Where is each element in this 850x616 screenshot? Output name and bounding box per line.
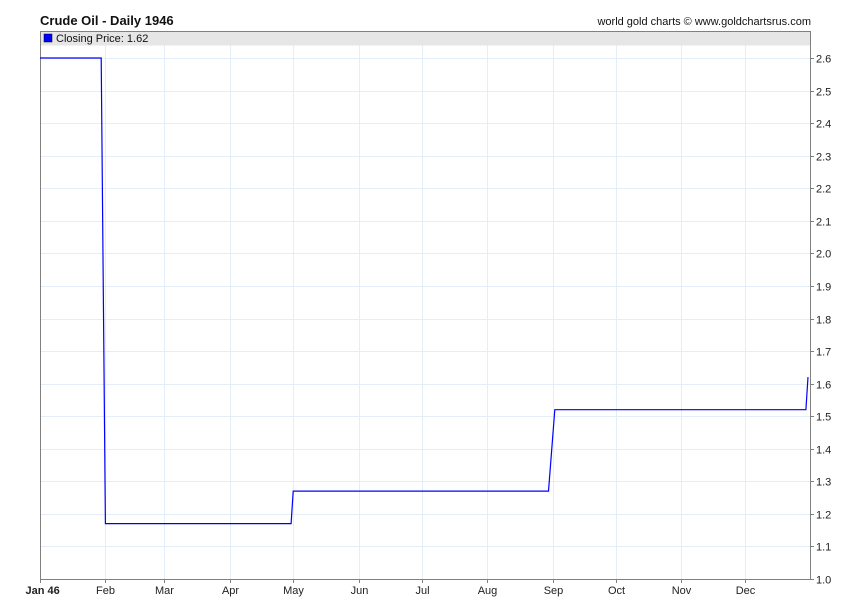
x-tick-label: Jun (351, 585, 369, 597)
y-tick-label: 2.5 (816, 87, 831, 99)
series-group (40, 57, 809, 525)
legend-swatch (43, 33, 53, 43)
y-tick-label: 2.1 (816, 217, 831, 229)
chart-svg: Crude Oil - Daily 1946 world gold charts… (26, 13, 832, 597)
y-tick-label: 1.3 (816, 477, 831, 489)
x-tick-label: Jan 46 (26, 585, 60, 597)
y-tick-label: 2.4 (816, 119, 831, 131)
y-tick-label: 1.2 (816, 510, 831, 522)
x-tick-label: Jul (415, 585, 429, 597)
plot-frame (40, 31, 811, 580)
grid (40, 31, 810, 580)
x-tick-label: Oct (608, 585, 625, 597)
chart-title: Crude Oil - Daily 1946 (40, 13, 174, 28)
y-tick-label: 1.6 (816, 380, 831, 392)
x-tick-label: May (283, 585, 304, 597)
x-tick-label: Mar (155, 585, 174, 597)
y-tick-label: 1.0 (816, 575, 831, 587)
y-tick-label: 1.5 (816, 412, 831, 424)
y-tick-label: 1.8 (816, 315, 831, 327)
y-tick-label: 1.9 (816, 282, 831, 294)
y-tick-label: 1.7 (816, 347, 831, 359)
y-tick-label: 2.2 (816, 184, 831, 196)
x-tick-label: Feb (96, 585, 115, 597)
y-tick-label: 2.6 (816, 54, 831, 66)
legend-bar (40, 31, 811, 46)
x-tick-label: Nov (672, 585, 692, 597)
x-tick-label: Apr (222, 585, 239, 597)
axes: 1.0 1.1 1.2 1.3 1.4 1.5 1.6 1.7 1.8 1.9 2.0 2.1 2.2 2… (26, 31, 831, 597)
y-tick-label: 2.0 (816, 249, 831, 261)
y-tick-label: 2.3 (816, 152, 831, 164)
chart-credit: world gold charts © www.goldchartsrus.co… (596, 16, 811, 28)
x-tick-label: Dec (736, 585, 756, 597)
x-tick-label: Aug (478, 585, 498, 597)
legend-label: Closing Price: 1.62 (56, 33, 148, 45)
x-tick-label: Sep (544, 585, 564, 597)
closing-price-line (40, 57, 809, 525)
y-tick-label: 1.1 (816, 542, 831, 554)
chart-container: Crude Oil - Daily 1946 world gold charts… (0, 0, 850, 616)
y-tick-label: 1.4 (816, 445, 831, 457)
